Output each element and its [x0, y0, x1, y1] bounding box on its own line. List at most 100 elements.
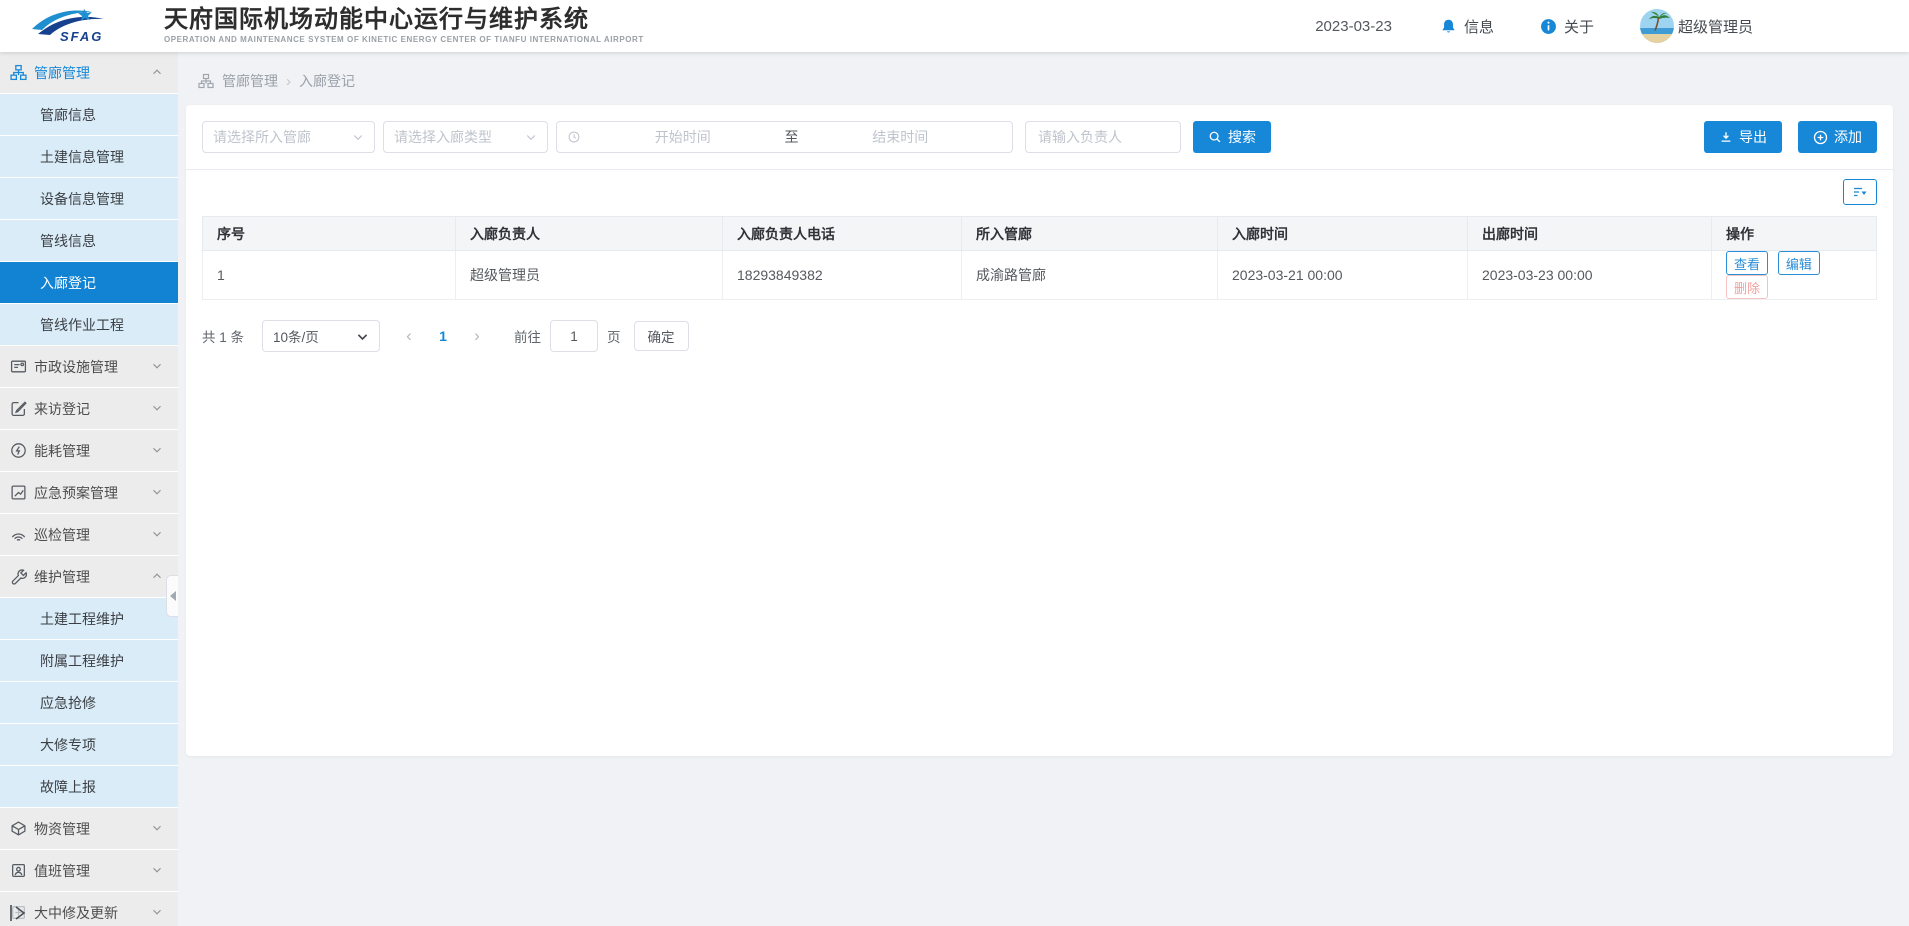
chevron-down-icon	[150, 863, 164, 877]
col-header-corridor: 所入管廊	[962, 217, 1218, 251]
page-size-select[interactable]: 10条/页	[262, 320, 380, 352]
search-button[interactable]: 搜索	[1193, 121, 1271, 153]
energy-icon	[10, 442, 27, 459]
chevron-down-icon	[150, 485, 164, 499]
duty-icon	[10, 862, 27, 879]
next-page-button[interactable]: ›	[466, 326, 488, 346]
search-label: 搜索	[1228, 127, 1256, 147]
sidebar-item-emergency-plan[interactable]: 应急预案管理	[0, 472, 178, 514]
sidebar-item-label: 管廊管理	[34, 63, 90, 83]
chevron-down-icon	[150, 443, 164, 457]
chevron-down-icon	[150, 527, 164, 541]
cell-entry-time: 2023-03-21 00:00	[1218, 251, 1468, 300]
chevron-up-icon	[150, 65, 164, 79]
sidebar-item-visitor-registration[interactable]: 来访登记	[0, 388, 178, 430]
column-filter-icon	[1852, 185, 1868, 199]
entry-type-select[interactable]: 请选择入廊类型	[383, 121, 548, 153]
sidebar-item-corridor-management[interactable]: 管廊管理	[0, 52, 178, 94]
collapse-arrow-icon	[170, 591, 176, 601]
clock-icon	[567, 130, 581, 144]
sidebar-item-duty-management[interactable]: 值班管理	[0, 850, 178, 892]
chevron-down-icon	[352, 131, 364, 143]
about-label: 关于	[1564, 16, 1594, 37]
sidebar-item-entry-registration[interactable]: 入廊登记	[0, 262, 178, 304]
sidebar-item-energy-management[interactable]: 能耗管理	[0, 430, 178, 472]
date-range-picker[interactable]: 开始时间 至 结束时间	[556, 121, 1013, 153]
chevron-down-icon	[150, 359, 164, 373]
start-date-placeholder[interactable]: 开始时间	[581, 127, 785, 147]
view-button[interactable]: 查看	[1726, 251, 1768, 275]
sidebar-toggle-button[interactable]	[7, 902, 29, 924]
sidebar-item-auxiliary-maintenance[interactable]: 附属工程维护	[0, 640, 178, 682]
sidebar-item-label: 维护管理	[34, 567, 90, 587]
owner-input[interactable]	[1036, 128, 1170, 146]
user-menu[interactable]: 超级管理员	[1640, 9, 1753, 43]
sidebar-item-corridor-info[interactable]: 管廊信息	[0, 94, 178, 136]
pagination: 共 1 条 10条/页 ‹ 1 › 前往 页 确定	[202, 320, 1877, 352]
chevron-down-icon	[525, 131, 537, 143]
page-size-value: 10条/页	[273, 326, 319, 346]
app-subtitle: OPERATION AND MAINTENANCE SYSTEM OF KINE…	[164, 36, 644, 45]
cell-owner: 超级管理员	[456, 251, 723, 300]
sidebar-item-civil-info[interactable]: 土建信息管理	[0, 136, 178, 178]
expand-icon	[7, 902, 29, 924]
edit-icon	[10, 400, 27, 417]
breadcrumb-separator: ›	[286, 73, 291, 90]
sfag-logo: SFAG	[26, 6, 130, 46]
download-icon	[1719, 130, 1733, 144]
sidebar-item-maintenance-management[interactable]: 维护管理	[0, 556, 178, 598]
prev-page-button[interactable]: ‹	[398, 326, 420, 346]
sidebar-item-emergency-repair[interactable]: 应急抢修	[0, 682, 178, 724]
svg-text:SFAG: SFAG	[60, 29, 103, 44]
app-title-block: 天府国际机场动能中心运行与维护系统 OPERATION AND MAINTENA…	[164, 7, 644, 45]
sidebar-item-civil-maintenance[interactable]: 土建工程维护	[0, 598, 178, 640]
sidebar-item-label: 应急抢修	[40, 693, 96, 713]
end-date-placeholder[interactable]: 结束时间	[799, 127, 1003, 147]
messages-button[interactable]: 信息	[1440, 16, 1494, 37]
sidebar-item-fault-report[interactable]: 故障上报	[0, 766, 178, 808]
owner-input-wrap	[1025, 121, 1181, 153]
delete-button[interactable]: 删除	[1726, 275, 1768, 299]
corridor-select[interactable]: 请选择所入管廊	[202, 121, 375, 153]
plus-circle-icon	[1813, 130, 1828, 145]
cell-exit-time: 2023-03-23 00:00	[1468, 251, 1712, 300]
sidebar-item-municipal-facilities[interactable]: 市政设施管理	[0, 346, 178, 388]
sidebar-item-label: 能耗管理	[34, 441, 90, 461]
cell-seq: 1	[203, 251, 456, 300]
breadcrumb-item[interactable]: 管廊管理	[222, 71, 278, 91]
sidebar-item-inspection-management[interactable]: 巡检管理	[0, 514, 178, 556]
chevron-down-icon	[150, 905, 164, 919]
username: 超级管理员	[1678, 16, 1753, 37]
sidebar-item-equipment-info[interactable]: 设备信息管理	[0, 178, 178, 220]
sidebar-item-pipeline-work[interactable]: 管线作业工程	[0, 304, 178, 346]
sidebar-item-supplies-management[interactable]: 物资管理	[0, 808, 178, 850]
corridor-select-placeholder: 请选择所入管廊	[213, 127, 311, 147]
col-header-owner: 入廊负责人	[456, 217, 723, 251]
sidebar-item-label: 大中修及更新	[34, 903, 118, 923]
sidebar-item-major-repair[interactable]: 大修专项	[0, 724, 178, 766]
export-button[interactable]: 导出	[1704, 121, 1782, 153]
sitemap-icon	[198, 73, 214, 89]
chevron-down-icon	[150, 821, 164, 835]
current-page[interactable]: 1	[432, 328, 454, 344]
add-label: 添加	[1834, 127, 1862, 147]
goto-label: 前往	[514, 326, 541, 346]
goto-confirm-button[interactable]: 确定	[634, 321, 689, 351]
inspection-icon	[10, 526, 27, 543]
cell-corridor: 成渝路管廊	[962, 251, 1218, 300]
sidebar-collapse-handle[interactable]	[166, 575, 178, 617]
table-row: 1 超级管理员 18293849382 成渝路管廊 2023-03-21 00:…	[203, 251, 1877, 300]
goto-unit-label: 页	[607, 326, 621, 346]
edit-button[interactable]: 编辑	[1778, 251, 1820, 275]
col-header-entry-time: 入廊时间	[1218, 217, 1468, 251]
col-header-phone: 入廊负责人电话	[723, 217, 962, 251]
sidebar-item-pipeline-info[interactable]: 管线信息	[0, 220, 178, 262]
sidebar-item-label: 管线作业工程	[40, 315, 124, 335]
sidebar-item-label: 物资管理	[34, 819, 90, 839]
about-button[interactable]: 关于	[1540, 16, 1594, 37]
column-settings-button[interactable]	[1843, 179, 1877, 205]
breadcrumb: 管廊管理 › 入廊登记	[178, 52, 1909, 105]
goto-page-input[interactable]	[550, 320, 598, 352]
add-button[interactable]: 添加	[1798, 121, 1877, 153]
cell-phone: 18293849382	[723, 251, 962, 300]
